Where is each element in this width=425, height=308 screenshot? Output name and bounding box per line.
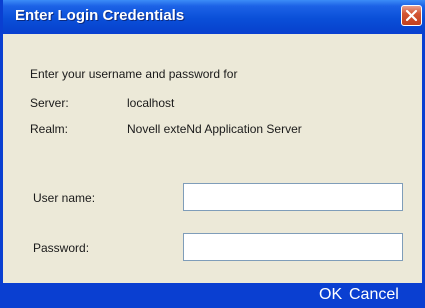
server-label: Server: [30,96,69,110]
dialog-title: Enter Login Credentials [15,7,185,24]
username-label: User name: [33,191,96,205]
username-field[interactable] [184,184,402,210]
password-field-frame [183,233,403,261]
button-bar: OK Cancel [3,283,425,308]
ok-button[interactable]: OK [319,286,342,304]
cancel-button[interactable]: Cancel [349,286,399,304]
password-label: Password: [33,241,90,255]
username-field-frame [183,183,403,211]
realm-label: Realm: [30,122,69,136]
title-bar[interactable]: Enter Login Credentials [3,0,425,34]
close-button[interactable] [401,5,422,26]
server-value: localhost [127,96,175,110]
realm-value: Novell exteNd Application Server [127,122,302,136]
password-field[interactable] [184,234,402,260]
close-icon [405,9,418,22]
login-dialog: Enter Login Credentials Enter your usern… [0,0,425,308]
intro-text: Enter your username and password for [30,67,238,81]
